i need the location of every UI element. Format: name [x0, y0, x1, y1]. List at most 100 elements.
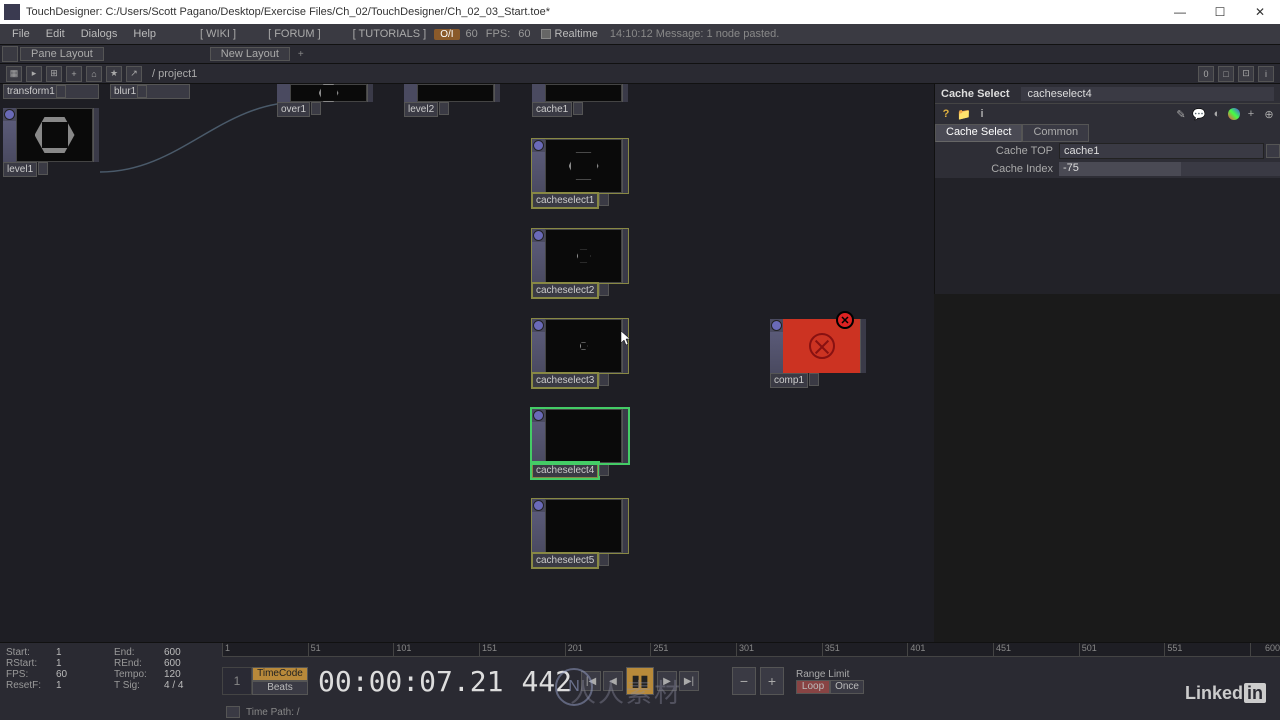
node-flag[interactable]: [599, 193, 609, 206]
node-flag[interactable]: [809, 373, 819, 386]
picker-icon[interactable]: [1266, 144, 1280, 158]
link-tutorials[interactable]: [ TUTORIALS ]: [347, 28, 433, 40]
node-flag[interactable]: [38, 162, 48, 175]
node-viewer[interactable]: [290, 84, 367, 102]
node-side[interactable]: [532, 229, 545, 283]
node-strip[interactable]: [532, 242, 545, 283]
maximize-button[interactable]: ☐: [1200, 0, 1240, 24]
node-cacheselect5[interactable]: cacheselect5: [532, 499, 628, 568]
time-path-icon[interactable]: [226, 706, 240, 718]
node-blur1[interactable]: blur1: [110, 84, 206, 100]
viewer-icon[interactable]: [533, 500, 544, 511]
node-output[interactable]: [622, 139, 628, 193]
network-editor[interactable]: transform1 blur1 level1 over1 level2 cac…: [0, 84, 934, 642]
minimize-button[interactable]: —: [1160, 0, 1200, 24]
node-viewer[interactable]: [545, 409, 622, 463]
opt-toggle[interactable]: O/I: [434, 29, 459, 40]
viewer-icon[interactable]: [4, 109, 15, 120]
range-minus-button[interactable]: −: [732, 667, 756, 695]
color-icon[interactable]: [1228, 108, 1240, 120]
menu-edit[interactable]: Edit: [38, 28, 73, 40]
end-value[interactable]: 600: [164, 647, 214, 658]
resetf-value[interactable]: 1: [56, 680, 106, 691]
node-cacheselect1[interactable]: cacheselect1: [532, 139, 628, 208]
loop-button[interactable]: Loop: [796, 680, 830, 694]
node-flag[interactable]: [573, 102, 583, 115]
node-over1[interactable]: over1: [277, 84, 373, 118]
realtime-checkbox[interactable]: [541, 29, 551, 39]
node-viewer[interactable]: [545, 319, 622, 373]
error-badge-icon[interactable]: ✕: [836, 311, 854, 329]
node-strip[interactable]: [770, 332, 783, 373]
new-layout-button[interactable]: New Layout: [210, 47, 290, 61]
node-side[interactable]: [3, 108, 16, 162]
pathbar-right-3[interactable]: ⊡: [1238, 66, 1254, 82]
frame-input[interactable]: 1: [222, 667, 252, 695]
node-flag[interactable]: [599, 283, 609, 296]
link-wiki[interactable]: [ WIKI ]: [194, 28, 242, 40]
node-cacheselect3[interactable]: cacheselect3: [532, 319, 628, 388]
nav-bookmark-icon[interactable]: ★: [106, 66, 122, 82]
node-strip[interactable]: [532, 152, 545, 193]
node-level2[interactable]: level2: [404, 84, 500, 118]
node-cacheselect2[interactable]: cacheselect2: [532, 229, 628, 298]
target-icon[interactable]: ⊕: [1262, 107, 1276, 121]
node-output[interactable]: [622, 319, 628, 373]
nav-add-icon[interactable]: +: [66, 66, 82, 82]
node-transform1[interactable]: transform1: [3, 84, 99, 100]
pathbar-right-4[interactable]: i: [1258, 66, 1274, 82]
viewer-icon[interactable]: [533, 140, 544, 151]
node-output[interactable]: [622, 84, 628, 102]
op-name-field[interactable]: cacheselect4: [1021, 87, 1274, 101]
plus-icon[interactable]: +: [1244, 107, 1258, 121]
node-flag[interactable]: [56, 85, 66, 98]
realtime-toggle[interactable]: Realtime: [541, 28, 598, 40]
node-flag[interactable]: [311, 102, 321, 115]
file-icon[interactable]: 📁: [957, 107, 971, 121]
start-value[interactable]: 1: [56, 647, 106, 658]
beats-button[interactable]: Beats: [252, 681, 308, 695]
menu-dialogs[interactable]: Dialogs: [73, 28, 126, 40]
node-side[interactable]: [532, 409, 545, 463]
nav-link-icon[interactable]: ↗: [126, 66, 142, 82]
once-button[interactable]: Once: [830, 680, 864, 694]
timecode-display[interactable]: 00:00:07.21: [318, 665, 503, 698]
pathbar-right-1[interactable]: 0: [1198, 66, 1214, 82]
network-path[interactable]: / project1: [144, 68, 205, 80]
fps-value[interactable]: 60: [56, 669, 106, 680]
node-strip[interactable]: [532, 332, 545, 373]
node-cache1[interactable]: cache1: [532, 84, 628, 118]
info-icon[interactable]: i: [975, 107, 989, 121]
node-flag[interactable]: [599, 553, 609, 566]
node-flag[interactable]: [439, 102, 449, 115]
node-viewer[interactable]: [545, 84, 622, 102]
node-strip[interactable]: [532, 422, 545, 463]
node-side[interactable]: [532, 139, 545, 193]
node-output[interactable]: [622, 409, 628, 463]
node-output[interactable]: [622, 229, 628, 283]
node-flag[interactable]: [599, 373, 609, 386]
node-cacheselect4[interactable]: cacheselect4: [532, 409, 628, 478]
comment-icon[interactable]: 💬: [1192, 107, 1206, 121]
node-output[interactable]: [860, 319, 866, 373]
tsig-value[interactable]: 4 / 4: [164, 680, 214, 691]
help-icon[interactable]: ?: [939, 107, 953, 121]
node-side[interactable]: [532, 319, 545, 373]
node-flag[interactable]: [137, 85, 147, 98]
tab-cache-select[interactable]: Cache Select: [935, 124, 1022, 142]
menu-help[interactable]: Help: [125, 28, 164, 40]
node-comp1[interactable]: ✕ comp1: [770, 319, 866, 388]
rend-value[interactable]: 600: [164, 658, 214, 669]
viewer-icon[interactable]: [533, 230, 544, 241]
node-side[interactable]: [404, 84, 417, 102]
node-viewer[interactable]: [545, 139, 622, 193]
node-viewer[interactable]: [545, 229, 622, 283]
node-flag[interactable]: [599, 463, 609, 476]
nav-back-icon[interactable]: ▸: [26, 66, 42, 82]
node-output[interactable]: [367, 84, 373, 102]
node-strip[interactable]: [3, 121, 16, 162]
node-side[interactable]: [532, 499, 545, 553]
node-level1[interactable]: level1: [3, 108, 99, 177]
node-strip[interactable]: [532, 512, 545, 553]
viewer-icon[interactable]: [771, 320, 782, 331]
